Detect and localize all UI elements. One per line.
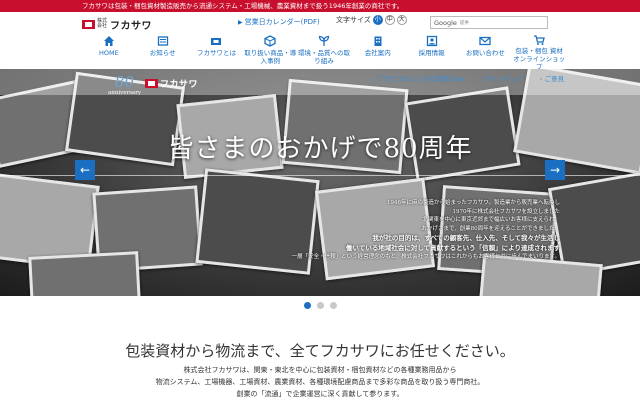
hero-title: 皆さまのおかげで80周年: [167, 134, 473, 164]
intro-body: 株式会社フカサワは、関東・東北を中心に包装資材・梱包資材などの各種業務用品から …: [0, 364, 640, 400]
intro-body-line: 創業の「流通」で企業運営に深く貢献して参ります。: [236, 390, 404, 398]
logo-mark-icon: [144, 79, 158, 88]
logo-company-type: 株式会社: [97, 18, 108, 29]
site-logo[interactable]: 株式会社 フカサワ: [82, 18, 152, 32]
logo-name: フカサワ: [110, 20, 152, 32]
font-size-small-button[interactable]: 小: [372, 15, 383, 25]
nav-item-label: 包装・梱包 資材オンラインショップ: [513, 47, 566, 71]
intro-body-line: 株式会社フカサワは、関東・東北を中心に包装資材・梱包資材などの各種業務用品から: [183, 366, 457, 374]
home-icon: [103, 34, 115, 48]
hero-divider: [0, 175, 640, 176]
nav-item-label: 採用情報: [418, 49, 445, 57]
nav-item-label: 会社案内: [364, 49, 391, 57]
nav-item-recruit[interactable]: 採用情報: [405, 34, 459, 69]
sub-logo-name: フカサワ: [159, 80, 198, 90]
hero-photo: [28, 251, 142, 296]
site-header: 株式会社 フカサワ ▶ 営業日カレンダー(PDF) 文字サイズ 小 中 大 Go…: [0, 12, 640, 71]
intro-body-line: 物流システム、工場機器、工場資材、農業資材、各種環境配慮商品まで多彩な商品を取り…: [155, 378, 485, 386]
product-icon: [264, 34, 276, 48]
slider-dot[interactable]: [316, 302, 324, 309]
anniversary-text: anniversary: [108, 90, 141, 96]
recruit-icon: [426, 34, 438, 48]
chevron-right-icon: ▶: [238, 18, 243, 26]
logo-mark-icon: [82, 19, 95, 29]
search-brand-sub: 提供: [459, 20, 469, 26]
slider-dot[interactable]: [329, 302, 337, 309]
top-announcement-text: フカサワは包装・梱包資材製造販売から流通システム・工場機械、農業資材まで扱う19…: [82, 2, 404, 10]
utility-links: › フカサワのよくある質問Q＆A › サイトマップ › ご意見: [372, 73, 580, 83]
company-icon: [210, 34, 222, 48]
intro-heading: 包装資材から物流まで、全てフカサワにお任せください。: [125, 342, 515, 360]
nav-item-home[interactable]: HOME: [82, 34, 136, 69]
arrow-left-icon: ←: [79, 163, 91, 177]
top-announcement-bar: フカサワは包装・梱包資材製造販売から流通システム・工場機械、農業資材まで扱う19…: [0, 0, 640, 12]
hero-body-line: 1946年に麻の製造から始まったフカサワ。製造業から販売業へ転換し: [387, 200, 560, 206]
hero-slider: 80 anniversary フカサワ › フカサワのよくある質問Q＆A › サ…: [0, 69, 640, 296]
news-icon: [157, 34, 169, 48]
font-size-label: 文字サイズ: [336, 16, 371, 24]
font-size-large-button[interactable]: 大: [396, 15, 407, 25]
nav-item-label: お問い合わせ: [465, 49, 505, 57]
hero-body-line: 1970年に株式会社フカサワを設立しました: [452, 208, 561, 215]
nav-item-label: フカサワとは: [196, 49, 236, 57]
faq-link[interactable]: › フカサワのよくある質問Q＆A: [372, 73, 472, 83]
nav-item-shop[interactable]: 包装・梱包 資材オンラインショップ: [512, 34, 566, 71]
anniversary-number: 80: [114, 73, 135, 91]
hero-body-emphasis: 働いている地域社会に対して貢献するという「信頼」により達成されます: [346, 244, 560, 252]
sitemap-link[interactable]: › サイトマップ: [480, 73, 532, 83]
hero-body-line: 北関東を中心に東京近郊まで幅広いお客様に支えられ、: [422, 217, 560, 223]
arrow-right-icon: →: [549, 163, 561, 177]
cart-icon: [533, 34, 545, 46]
building-icon: [372, 34, 384, 48]
anniversary-logo: 80 anniversary フカサワ: [108, 73, 198, 97]
nav-item-products[interactable]: 取り扱い商品・導入事例: [243, 34, 297, 69]
nav-item-label: HOME: [99, 49, 119, 57]
calendar-link-label: 営業日カレンダー(PDF): [244, 18, 320, 26]
feedback-link[interactable]: › ご意見: [540, 73, 572, 83]
mail-icon: [479, 34, 492, 48]
slider-prev-button[interactable]: ←: [75, 160, 95, 180]
nav-item-company[interactable]: 会社案内: [351, 34, 405, 69]
nav-item-about[interactable]: フカサワとは: [190, 34, 244, 69]
slider-dot[interactable]: [303, 302, 311, 309]
search-brand: Google: [434, 18, 457, 27]
nav-item-label: お知らせ: [149, 49, 176, 57]
main-nav: HOME お知らせ フカサワとは 取り扱い商品・導入事例 環境・品質への取り組み: [82, 34, 566, 71]
nav-item-label: 取り扱い商品・導入事例: [244, 49, 297, 65]
nav-item-label: 環境・品質への取り組み: [298, 49, 351, 65]
slider-pagination: [0, 302, 640, 309]
anniversary-badge: 80 anniversary: [108, 73, 141, 97]
hero-body: 1946年に麻の製造から始まったフカサワ。製造業から販売業へ転換し 1970年に…: [270, 199, 560, 262]
hero-body-line: おかげさまで、創業80周年を迎えることができました。: [421, 225, 560, 232]
nav-item-environment[interactable]: 環境・品質への取り組み: [297, 34, 351, 69]
slider-next-button[interactable]: →: [545, 160, 565, 180]
hero-body-emphasis: 我が社の目的は、すべての顧客先、仕入先、そして我々が生活し: [372, 234, 560, 242]
calendar-link[interactable]: ▶ 営業日カレンダー(PDF): [238, 17, 320, 27]
search-input[interactable]: Google 提供: [430, 16, 548, 29]
leaf-icon: [318, 34, 330, 48]
nav-item-contact[interactable]: お問い合わせ: [458, 34, 512, 69]
font-size-switcher: 文字サイズ 小 中 大: [336, 15, 407, 25]
nav-item-news[interactable]: お知らせ: [136, 34, 190, 69]
hero-body-tail: 一層「安全・信頼」という経営理念のもと、株式会社フカサワはこれからもお客様と共に…: [291, 254, 560, 260]
font-size-medium-button[interactable]: 中: [384, 15, 395, 25]
